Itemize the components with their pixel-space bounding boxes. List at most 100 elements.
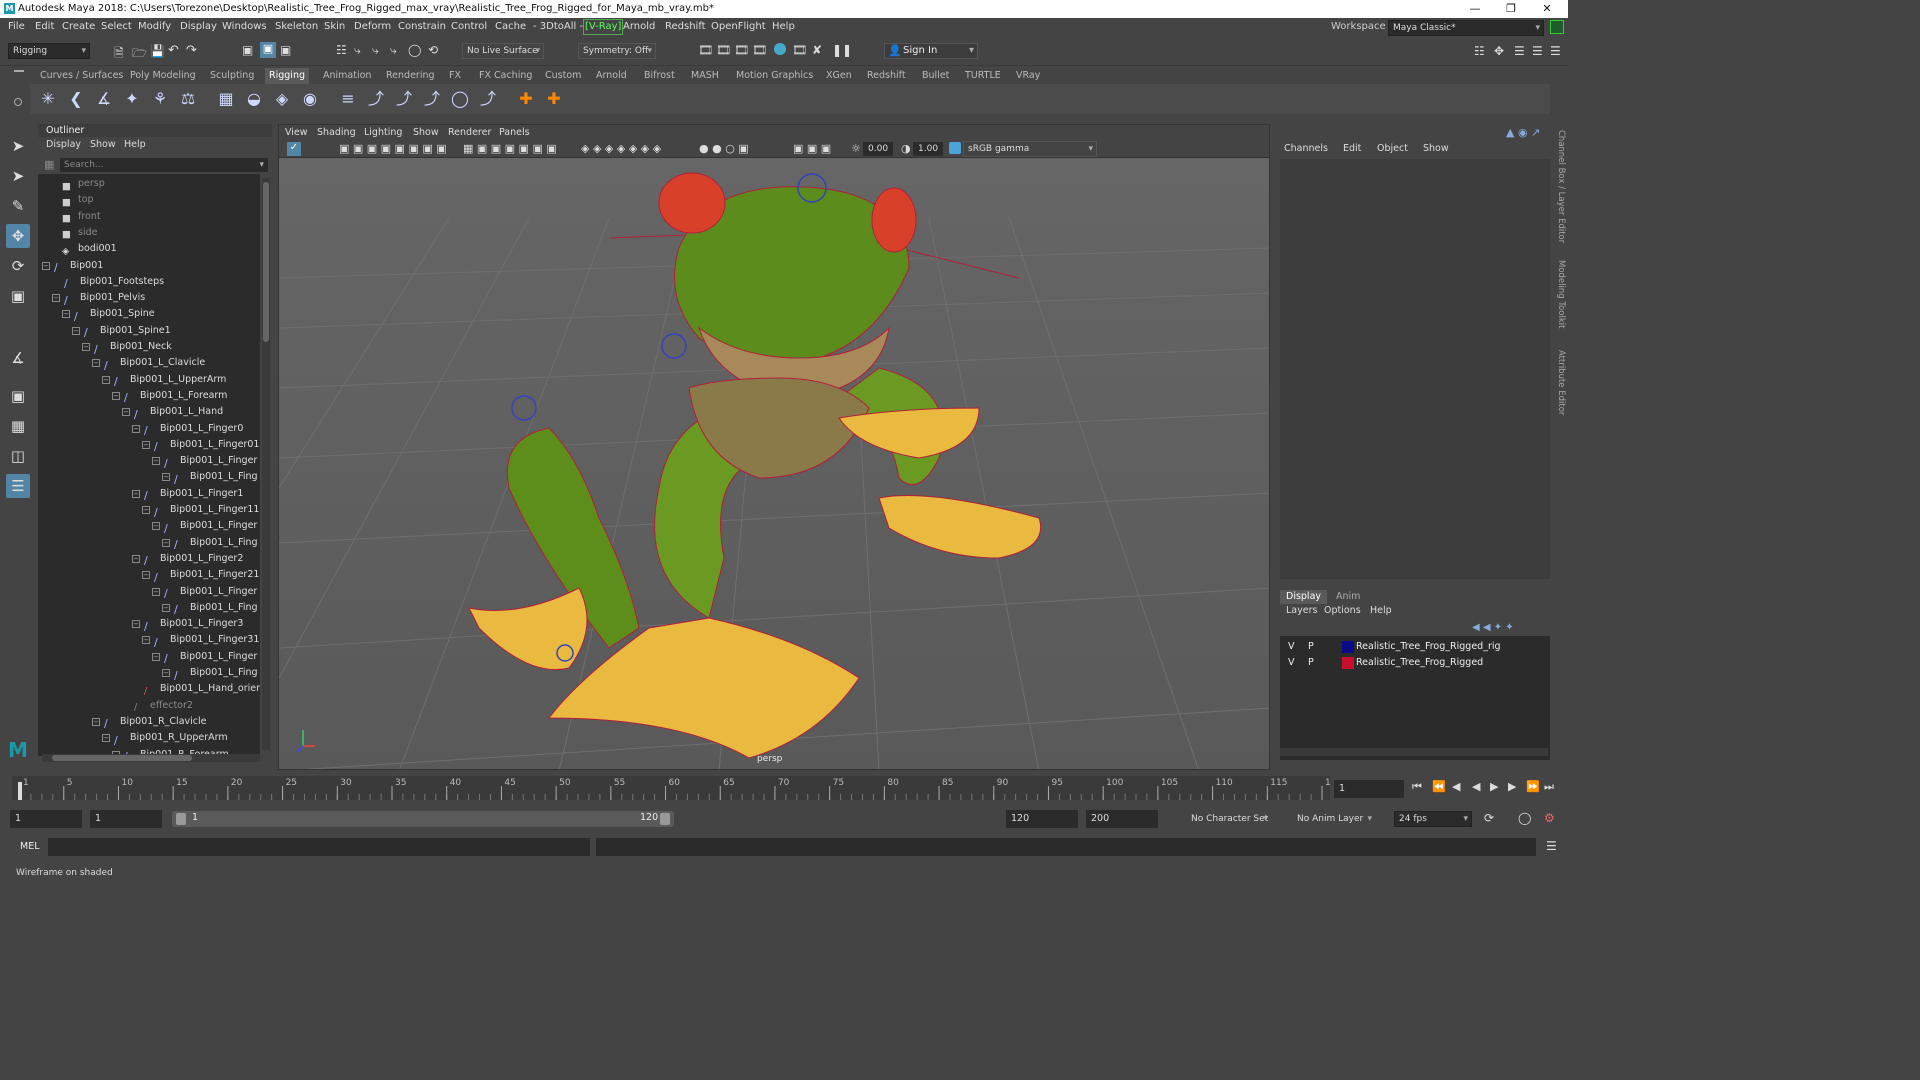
expand-toggle[interactable]: − [82,343,90,351]
expand-toggle[interactable]: − [52,294,60,303]
shelf-menu-icon[interactable] [14,70,24,72]
gamma-field[interactable]: 1.00 [913,142,943,156]
cb-menu-show[interactable]: Show [1423,143,1449,154]
menu-help[interactable]: Help [772,18,795,36]
expand-toggle[interactable]: − [132,489,140,498]
shelf-tab-xgen[interactable]: XGen [826,68,852,84]
go-to-end-icon[interactable]: ⏭ [1544,780,1554,794]
cb-menu-object[interactable]: Object [1377,143,1408,154]
channel-box-icon[interactable]: ☰ [1550,44,1561,58]
expand-toggle[interactable]: − [142,440,150,449]
point-constraint-icon[interactable]: ✚ [516,89,536,109]
humanik-icon[interactable]: ⚖ [178,89,198,109]
expand-toggle[interactable]: − [152,587,160,596]
pause-ipr-icon[interactable]: ❚❚ [832,43,852,57]
insert-joint-icon[interactable]: ❮ [66,89,86,109]
snap-view-icon[interactable]: ⤷ [390,43,397,58]
last-tool-icon[interactable]: ∡ [6,346,30,370]
current-frame-field[interactable]: 1 [1334,780,1404,798]
shelf-tab-curves-surfaces[interactable]: Curves / Surfaces [40,68,123,84]
shelf-tab-poly-modeling[interactable]: Poly Modeling [130,68,196,84]
step-back-key-icon[interactable]: ◀ [1452,780,1460,793]
step-forward-icon[interactable]: ⏩ [1526,780,1540,793]
smooth-bind-icon[interactable]: ◒ [244,89,264,109]
menu-skeleton[interactable]: Skeleton [275,18,318,36]
range-end-handle[interactable] [660,813,670,825]
character-set-dropdown[interactable]: No Character Set [1172,811,1272,827]
anim-layer-dropdown[interactable]: No Anim Layer [1280,811,1376,827]
outliner-item[interactable]: ∕ Bip001_L_Fing [174,535,258,552]
symmetry-dropdown[interactable]: Symmetry: Off [578,43,656,59]
outliner-item[interactable]: ∕ Bip001_L_Finger11 [154,502,259,519]
loop-icon[interactable]: ⟳ [1484,811,1494,825]
outliner-item[interactable]: ∕ Bip001_L_Finger [164,584,257,601]
outliner-item[interactable]: ∕ Bip001_L_Clavicle [104,355,205,372]
outliner-item[interactable]: ∕ Bip001_L_Forearm [124,388,227,405]
layer-menu-layers[interactable]: Layers [1286,605,1317,616]
lattice-icon[interactable]: ◈ [272,89,292,109]
menu-display[interactable]: Display [180,18,217,36]
outliner-menu-display[interactable]: Display [46,139,81,150]
layer-action-icons[interactable]: ◀ ◀ ✦ ✦ [1472,622,1514,633]
shelf-tab-fx[interactable]: FX [449,68,461,84]
layer-playback-toggle[interactable]: P [1308,639,1314,655]
rig-control-circle[interactable] [661,333,687,359]
new-scene-icon[interactable]: 🗎 [114,44,124,65]
two-view-icon[interactable]: ◫ [6,444,30,468]
snap-surface-icon[interactable]: ◯ [408,43,421,57]
hypershade-icon[interactable] [774,43,786,55]
ik-spline-icon[interactable]: ✦ [122,89,142,109]
layer-row[interactable]: V P Realistic_Tree_Frog_Rigged [1280,655,1548,671]
single-perspective-view-icon[interactable]: ▣ [6,384,30,408]
outliner-item[interactable]: ∕ Bip001_L_Fing [174,665,258,682]
outliner-search-input[interactable]: Search... ▾ [60,158,268,172]
menu-openflight[interactable]: OpenFlight [711,18,766,36]
shelf-tab-bullet[interactable]: Bullet [922,68,949,84]
expand-toggle[interactable]: − [152,522,160,531]
snap-point-icon[interactable]: ⤷ [372,43,379,58]
side-tab-modeling-toolkit[interactable]: Modeling Toolkit [1554,260,1566,340]
outliner-item[interactable]: ∕ Bip001_L_Finger0 [144,421,243,438]
shelf-tab-animation[interactable]: Animation [323,68,371,84]
paint-weights-icon[interactable]: ⤴ [478,89,498,109]
ipr-render-icon[interactable]: 🎞 [734,43,749,57]
lighting-icons[interactable]: ● ● ○ ▣ [699,142,749,155]
shelf-tab-redshift[interactable]: Redshift [867,68,906,84]
auto-key-icon[interactable]: ◯ [1518,811,1531,825]
select-camera-icon[interactable]: ✓ [287,142,301,156]
expand-toggle[interactable]: − [162,669,170,677]
shelf-tab-bifrost[interactable]: Bifrost [644,68,675,84]
expand-toggle[interactable]: − [122,408,130,417]
paint-select-tool-icon[interactable]: ✎ [6,194,30,218]
exposure-field[interactable]: 0.00 [863,142,893,156]
redo-icon[interactable]: ↷ [186,43,197,58]
layer-name[interactable]: Realistic_Tree_Frog_Rigged [1356,655,1483,671]
vray-render-icon[interactable]: 🎞 [792,43,807,57]
mel-label[interactable]: MEL [20,841,40,852]
side-tab-attribute-editor[interactable]: Attribute Editor [1554,350,1566,430]
modeling-toolkit-icon[interactable]: ☷ [1474,44,1485,58]
frog-model[interactable] [468,172,1041,759]
select-hierarchy-icon[interactable]: ▣ [242,43,253,57]
outliner-item[interactable]: ∕ effector2 [134,698,193,714]
current-time-indicator[interactable] [18,782,22,800]
lasso-tool-icon[interactable]: ➤ [6,164,30,188]
expand-toggle[interactable]: − [152,457,160,466]
layer-visibility-toggle[interactable]: V [1288,639,1295,655]
outliner-item[interactable]: ∕ Bip001_L_Finger [164,453,257,470]
outliner-item[interactable]: ∕ Bip001_L_UpperArm [114,372,226,389]
expand-toggle[interactable]: − [132,554,140,563]
range-start-handle[interactable] [176,813,186,825]
menu-control[interactable]: Control [451,18,487,36]
shelf-tab-fx-caching[interactable]: FX Caching [479,68,532,84]
menu-vray[interactable]: [V-Ray] [583,19,624,35]
sculpt-deformer-icon[interactable]: ◯ [450,89,470,109]
outliner-item[interactable]: ∕ Bip001_L_Finger [164,649,257,666]
script-editor-icon[interactable]: ☰ [1546,839,1557,853]
menu-cache[interactable]: Cache [495,18,526,36]
save-scene-icon[interactable]: 💾 [150,44,165,58]
outliner-horizontal-scrollbar[interactable] [42,754,260,762]
menu-deform[interactable]: Deform [354,18,391,36]
expand-toggle[interactable]: − [102,375,110,384]
vp-menu-renderer[interactable]: Renderer [448,125,491,140]
